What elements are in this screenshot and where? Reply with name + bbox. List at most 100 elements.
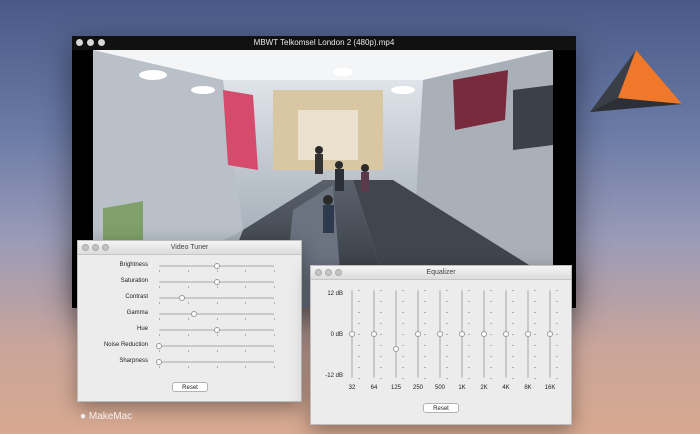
eq-tick [512, 356, 514, 357]
tuner-tick [274, 334, 275, 336]
eq-tick [380, 345, 382, 346]
equalizer-reset-button[interactable]: Reset [423, 403, 459, 413]
eq-frequency-label: 1K [458, 385, 466, 391]
tuner-slider-thumb[interactable] [190, 311, 197, 317]
eq-tick [534, 301, 536, 302]
zoom-icon[interactable] [98, 39, 105, 46]
tuner-slider-thumb[interactable] [156, 343, 162, 349]
eq-frequency-label: 8K [524, 385, 532, 391]
eq-tick [402, 345, 404, 346]
eq-tick [512, 367, 514, 368]
tuner-slider-track[interactable] [159, 345, 274, 347]
tuner-slider-thumb[interactable] [156, 359, 162, 365]
eq-slider-track[interactable] [395, 290, 397, 378]
eq-frequency-label: 64 [370, 385, 378, 391]
video-tuner-panel: Video Tuner Brightness Saturation Contrast… [77, 240, 302, 402]
eq-tick [424, 367, 426, 368]
eq-slider-thumb[interactable] [349, 331, 355, 337]
tuner-tick [216, 318, 218, 320]
video-tuner-title: Video Tuner [170, 244, 209, 251]
eq-tick [490, 378, 492, 379]
eq-tick [556, 334, 558, 335]
eq-slider-thumb[interactable] [415, 331, 421, 337]
eq-tick [402, 301, 404, 302]
tuner-slider-track[interactable] [159, 361, 274, 363]
eq-frequency-label: 250 [412, 385, 423, 391]
tuner-slider-thumb[interactable] [213, 327, 220, 333]
tuner-slider-track[interactable] [159, 297, 274, 299]
eq-frequency-label: 4K [502, 385, 510, 391]
eq-tick [534, 356, 536, 357]
tuner-tick [216, 334, 218, 336]
eq-slider-thumb[interactable] [371, 331, 377, 337]
eq-tick [446, 367, 448, 368]
eq-tick [534, 378, 536, 379]
eq-slider-thumb[interactable] [437, 331, 443, 337]
eq-tick [468, 312, 470, 313]
close-icon[interactable] [82, 244, 89, 251]
eq-tick [402, 290, 404, 291]
close-icon[interactable] [76, 39, 83, 46]
eq-tick [468, 356, 470, 357]
tuner-reset-button[interactable]: Reset [172, 382, 208, 392]
minimize-icon[interactable] [92, 244, 99, 251]
tuner-tick [216, 270, 218, 272]
eq-tick [512, 290, 514, 291]
eq-tick [468, 367, 470, 368]
eq-tick [556, 290, 558, 291]
eq-slider-thumb[interactable] [481, 331, 487, 337]
eq-slider-thumb[interactable] [525, 331, 531, 337]
tuner-tick [159, 334, 160, 336]
tuner-tick [159, 302, 160, 304]
eq-tick [512, 345, 514, 346]
eq-tick [534, 367, 536, 368]
eq-tick [512, 378, 514, 379]
eq-slider-thumb[interactable] [393, 345, 399, 352]
eq-tick [380, 323, 382, 324]
tuner-slider-thumb[interactable] [213, 263, 220, 269]
eq-tick [468, 323, 470, 324]
eq-tick [424, 356, 426, 357]
eq-tick [402, 356, 404, 357]
zoom-icon[interactable] [102, 244, 109, 251]
tuner-slider-track[interactable] [159, 313, 274, 315]
tuner-tick [245, 270, 247, 272]
eq-tick [380, 378, 382, 379]
tuner-tick [187, 286, 189, 288]
tuner-slider-thumb[interactable] [179, 295, 185, 301]
eq-tick [490, 312, 492, 313]
tuner-tick [245, 350, 247, 352]
eq-tick [446, 290, 448, 291]
tuner-tick [274, 318, 275, 320]
eq-tick [490, 367, 492, 368]
eq-tick [380, 290, 382, 291]
eq-tick [380, 356, 382, 357]
eq-tick [446, 323, 448, 324]
eq-tick [468, 290, 470, 291]
eq-tick [402, 378, 404, 379]
tuner-tick [274, 270, 275, 272]
zoom-icon[interactable] [335, 269, 342, 276]
tuner-label: Saturation [120, 278, 148, 284]
eq-tick [358, 356, 360, 357]
eq-slider-thumb[interactable] [547, 331, 553, 337]
eq-slider-thumb[interactable] [503, 331, 509, 337]
eq-tick [534, 345, 536, 346]
tuner-slider-thumb[interactable] [213, 279, 220, 285]
eq-tick [468, 378, 470, 379]
eq-tick [424, 334, 426, 335]
close-icon[interactable] [315, 269, 322, 276]
tuner-tick [187, 366, 189, 368]
tuner-tick [159, 286, 160, 288]
eq-tick [358, 301, 360, 302]
app-logo-icon [590, 50, 682, 112]
eq-tick [424, 290, 426, 291]
tuner-tick [245, 302, 247, 304]
minimize-icon[interactable] [325, 269, 332, 276]
eq-tick [534, 334, 536, 335]
eq-slider-thumb[interactable] [459, 331, 465, 337]
eq-tick [358, 334, 360, 335]
eq-tick [380, 334, 382, 335]
tuner-label: Sharpness [119, 358, 148, 364]
minimize-icon[interactable] [87, 39, 94, 46]
